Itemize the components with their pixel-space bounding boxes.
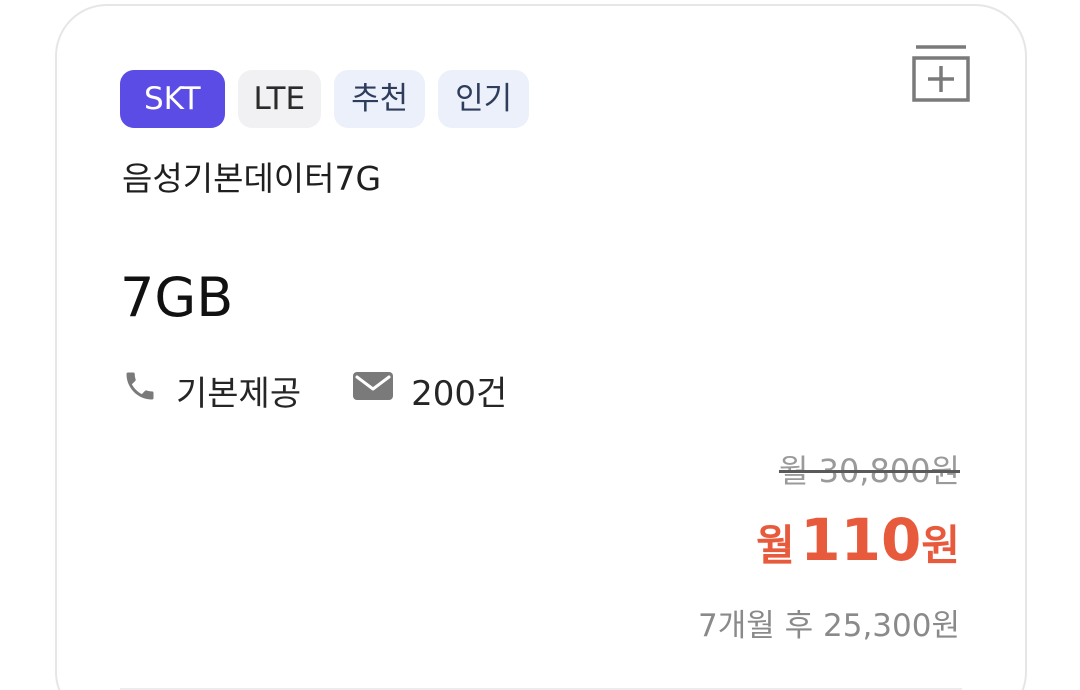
add-to-compare-icon — [912, 45, 970, 102]
call-feature: 기본제공 — [122, 366, 301, 415]
discount-price-unit: 원 — [921, 521, 960, 570]
plan-features: 기본제공 200건 — [122, 366, 507, 415]
discount-price-prefix: 월 — [756, 521, 795, 570]
plan-tags: SKT LTE 추천 인기 — [120, 70, 530, 128]
plan-name: 음성기본데이터7G — [122, 159, 382, 198]
add-to-compare-button[interactable] — [910, 44, 972, 106]
popular-tag: 인기 — [438, 70, 530, 128]
price-after-promo: 7개월 후 25,300원 — [698, 608, 960, 644]
original-price: 월 30,800원 — [778, 452, 960, 490]
phone-icon — [122, 368, 158, 413]
price-block: 월 30,800원 월 110원 7개월 후 25,300원 — [698, 448, 960, 649]
page: SKT LTE 추천 인기 음성기본데이터7G 7GB 기본제공 200건 월 … — [0, 0, 1080, 690]
carrier-tag: SKT — [120, 70, 225, 128]
sms-feature-label: 200건 — [411, 374, 508, 414]
mail-icon — [353, 370, 394, 411]
discount-price-amount: 110 — [800, 506, 922, 574]
call-feature-label: 기본제공 — [176, 374, 302, 414]
network-tag: LTE — [237, 70, 322, 128]
discount-price: 월 110원 — [698, 504, 960, 591]
data-allowance: 7GB — [120, 266, 234, 329]
sms-feature: 200건 — [353, 366, 507, 415]
recommended-tag: 추천 — [334, 70, 426, 128]
